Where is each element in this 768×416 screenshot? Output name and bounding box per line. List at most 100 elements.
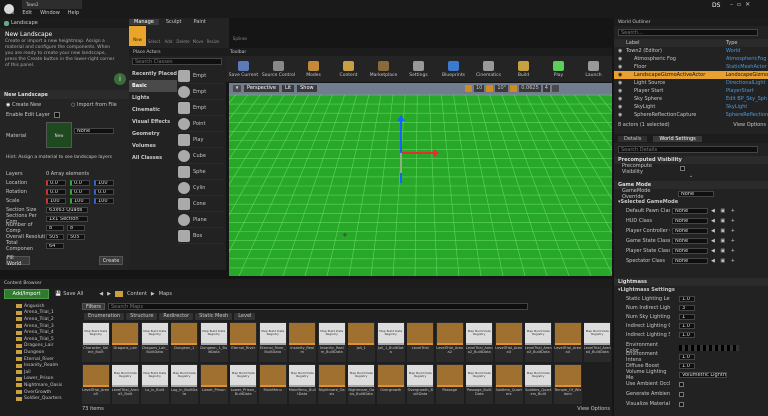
- actor-item[interactable]: Sphe: [178, 164, 224, 180]
- camera-speed-value[interactable]: 4: [542, 85, 550, 92]
- browse-icons[interactable]: ◀ ▣ +: [711, 228, 737, 234]
- folder-tree-item[interactable]: Dragons_Lair: [2, 343, 76, 350]
- toolbar-tab[interactable]: Toolbar: [230, 50, 246, 55]
- visibility-eye-icon[interactable]: ◉: [618, 88, 624, 94]
- asset-tile[interactable]: Map Build Data Registry MainMenu_BuiltDat…: [288, 364, 316, 404]
- toolbar-blueprints-button[interactable]: Blueprints: [436, 56, 471, 82]
- folder-tree-item[interactable]: Soldier_Quarters: [2, 395, 76, 402]
- tool-delete[interactable]: Delete: [175, 28, 191, 44]
- content-view-options[interactable]: View Options: [577, 406, 610, 412]
- asset-tile[interactable]: LevelTrial_Arena5: [82, 364, 110, 404]
- asset-tile[interactable]: LevelTrial: [406, 322, 434, 362]
- tool-splines[interactable]: Splines: [229, 36, 251, 41]
- asset-tile[interactable]: Map Build Data Registry Insanity_Realm_Bu…: [318, 322, 346, 362]
- folder-tree-item[interactable]: Dungeon: [2, 349, 76, 356]
- asset-tile[interactable]: Map Build Data Registry Passage_BuiltData: [465, 364, 493, 404]
- visibility-eye-icon[interactable]: ◉: [618, 48, 624, 54]
- toolbar-content-button[interactable]: Content: [331, 56, 366, 82]
- setting-checkbox[interactable]: [679, 381, 684, 387]
- category-volumes[interactable]: Volumes: [129, 140, 177, 152]
- asset-tile[interactable]: Insanity_Realm: [288, 322, 316, 362]
- outliner-row[interactable]: ◉ LandscapeGizmoActiveActor LandscapeGizmo: [614, 71, 768, 79]
- environment-intensity-input[interactable]: 1.0: [679, 353, 695, 360]
- category-recently-placed[interactable]: Recently Placed: [129, 68, 177, 80]
- category-cinematic[interactable]: Cinematic: [129, 104, 177, 116]
- browse-icons[interactable]: ◀ ▣ +: [711, 218, 737, 224]
- browse-icons[interactable]: ◀ ▣ +: [711, 248, 737, 254]
- actor-item[interactable]: Play: [178, 132, 224, 148]
- toolbar-build-button[interactable]: Build: [506, 56, 541, 82]
- category-all-classes[interactable]: All Classes: [129, 152, 177, 164]
- window-controls[interactable]: –▫✕: [730, 1, 754, 8]
- class-dropdown[interactable]: None: [672, 218, 708, 224]
- filter-tab[interactable]: Enumeration: [84, 313, 125, 320]
- outliner-row[interactable]: ◉ SkyLight SkyLight: [614, 103, 768, 111]
- tab-world-settings[interactable]: World Settings: [653, 135, 702, 142]
- tool-resize[interactable]: Resize: [205, 28, 221, 44]
- section-new-landscape[interactable]: New Landscape: [0, 90, 129, 99]
- rotation-z[interactable]: 0.0: [94, 188, 114, 195]
- location-y[interactable]: 0.0: [70, 179, 90, 186]
- lightmass-settings-header[interactable]: ▾ Lightmass Settings: [614, 286, 768, 294]
- user-badge[interactable]: DS: [712, 2, 720, 9]
- scale-snap-icon[interactable]: [510, 85, 518, 92]
- folder-tree-item[interactable]: Insanity_Realm: [2, 362, 76, 369]
- location-z[interactable]: 100: [94, 179, 114, 186]
- folder-tree-item[interactable]: Arena_Trial_2: [2, 316, 76, 323]
- asset-tile[interactable]: Soldiers_Quarters: [495, 364, 523, 404]
- tab-details[interactable]: Details: [618, 135, 648, 142]
- scale-y[interactable]: 100: [70, 197, 90, 204]
- asset-tile[interactable]: Lower_Prison: [200, 364, 228, 404]
- asset-tile[interactable]: Map Build Data Registry Lo_in_Built: [141, 364, 169, 404]
- tab-sculpt[interactable]: Sculpt: [161, 19, 187, 25]
- asset-tile[interactable]: Map Build Data Registry Dungeon_1_BuiltDa…: [200, 322, 228, 362]
- precompute-visibility-checkbox[interactable]: [680, 166, 685, 171]
- lightmass-value-input[interactable]: 1: [679, 313, 695, 320]
- filter-tab[interactable]: Redirector: [159, 313, 194, 320]
- folder-tree-item[interactable]: Arena_Trial_5: [2, 336, 76, 343]
- breadcrumb-maps[interactable]: Maps: [159, 291, 172, 297]
- filter-tab[interactable]: Structure: [126, 313, 158, 320]
- environment-color-swatch[interactable]: [679, 344, 739, 351]
- lightmass-value-input[interactable]: 3: [679, 304, 695, 311]
- viewport[interactable]: + ▼ Perspective Lit Show 10 10° 0.0625 4: [229, 83, 612, 276]
- asset-tile[interactable]: MainMenu: [259, 364, 287, 404]
- actor-item[interactable]: Cube: [178, 148, 224, 164]
- asset-tile[interactable]: Map Build Data Registry LevelTrial_Arena4…: [583, 322, 611, 362]
- tool-new[interactable]: New: [129, 26, 146, 46]
- asset-tile[interactable]: Nightmare_Oasis: [318, 364, 346, 404]
- search-maps-input[interactable]: Search Maps: [108, 303, 528, 310]
- setting-checkbox[interactable]: [679, 401, 684, 407]
- lightmass-value-input[interactable]: 1.0: [679, 331, 695, 338]
- tool-add[interactable]: Add: [162, 28, 175, 44]
- actor-item[interactable]: Empt: [178, 68, 224, 84]
- add-import-button[interactable]: Add/Import: [4, 289, 49, 299]
- browse-icons[interactable]: ◀ ▣ +: [711, 238, 737, 244]
- asset-tile[interactable]: Map Build Data Registry Overgrowth_BuiltD…: [406, 364, 434, 404]
- show-button[interactable]: Show: [297, 85, 317, 92]
- save-all-button[interactable]: 💾 Save All: [55, 291, 83, 297]
- menu-window[interactable]: Window: [40, 10, 60, 16]
- filter-tab[interactable]: Level: [234, 313, 256, 320]
- visibility-eye-icon[interactable]: ◉: [618, 72, 624, 78]
- filter-tab[interactable]: Static Mesh: [195, 313, 233, 320]
- asset-tile[interactable]: Dungeon_1: [170, 322, 198, 362]
- folder-tree-item[interactable]: Nightmare_Oasis: [2, 382, 76, 389]
- overall-resolution-x[interactable]: 505: [46, 233, 64, 240]
- content-browser-tab[interactable]: Content Browser: [4, 281, 42, 286]
- visibility-eye-icon[interactable]: ◉: [618, 104, 624, 110]
- lightmass-value-input[interactable]: 1.0: [679, 295, 695, 302]
- outliner-row[interactable]: ◉ SphereReflectionCapture SphereReflection: [614, 111, 768, 119]
- class-dropdown[interactable]: None: [672, 228, 708, 234]
- diffuse-boost-input[interactable]: 1.0: [679, 362, 695, 369]
- asset-tile[interactable]: Map Build Data Registry Jail_1_BuiltData: [377, 322, 405, 362]
- tab-paint[interactable]: Paint: [189, 19, 211, 25]
- lightmass-value-input[interactable]: 1.0: [679, 322, 695, 329]
- toolbar-save-current-button[interactable]: Save Current: [226, 56, 261, 82]
- scale-snap-value[interactable]: 0.0625: [519, 85, 541, 92]
- section-size-dropdown[interactable]: 63x63 Quads: [46, 206, 88, 213]
- history-forward-icon[interactable]: ▶: [107, 291, 111, 297]
- enable-edit-layer-checkbox[interactable]: [53, 112, 60, 118]
- maximize-icon[interactable]: [551, 85, 559, 92]
- actor-item[interactable]: Point: [178, 116, 224, 132]
